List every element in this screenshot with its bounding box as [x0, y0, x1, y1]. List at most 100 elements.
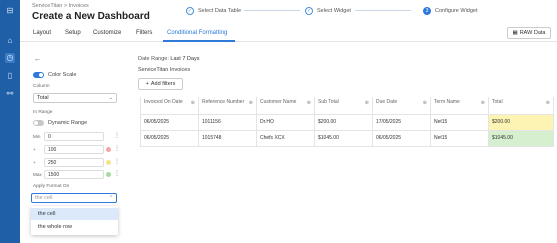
more-options-icon[interactable]: ⋮: [114, 158, 120, 165]
chevron-down-icon: ⌄: [108, 95, 113, 101]
plus-icon: +: [145, 81, 149, 87]
breadcrumb[interactable]: ServiceTitan > Invoices: [32, 3, 89, 9]
document-icon[interactable]: ▯: [5, 71, 15, 81]
column-header-label: Sub Total: [318, 99, 339, 105]
more-options-icon[interactable]: ⋮: [114, 132, 120, 139]
column-header[interactable]: Term Name ⊛: [430, 97, 489, 115]
data-table: Invoiced On Date ⊛ Reference Number ⊛ Cust…: [140, 97, 554, 147]
column-header[interactable]: Reference Number ⊛: [198, 97, 257, 115]
table-cell: 06/05/2025: [372, 129, 431, 147]
column-menu-icon[interactable]: ⊛: [365, 100, 369, 106]
step-label: Select Data Table: [198, 7, 242, 14]
range-value-input[interactable]: 100: [44, 145, 104, 154]
step-select-data-table[interactable]: ✓ Select Data Table: [186, 6, 241, 15]
color-scale-toggle[interactable]: [33, 72, 44, 78]
dashboard-icon[interactable]: ◷: [5, 53, 15, 63]
home-icon[interactable]: ⌂: [5, 36, 15, 46]
tab-filters[interactable]: Filters: [136, 30, 152, 36]
tab-layout[interactable]: Layout: [33, 30, 51, 36]
left-nav: ⊟ ⌂ ◷ ▯ ⚯: [0, 0, 20, 243]
active-tab-indicator: [163, 40, 235, 42]
range-label: +: [33, 160, 36, 165]
step-number: 3: [423, 6, 431, 15]
total-cell: $200.00: [488, 113, 554, 131]
color-scale-label: Color Scale: [48, 72, 77, 78]
step-label: Select Widget: [317, 7, 351, 14]
range-row: + 250 ⋮: [33, 158, 120, 168]
range-row-min: Min 0 ⋮: [33, 132, 120, 142]
column-select[interactable]: Total ⌄: [33, 93, 117, 103]
column-menu-icon[interactable]: ⊛: [249, 100, 253, 106]
add-filters-button[interactable]: + Add filters: [138, 78, 183, 90]
raw-data-button[interactable]: ▦ RAW Data: [507, 27, 551, 39]
dynamic-range-toggle[interactable]: [33, 120, 44, 126]
column-header-label: Invoiced On Date: [144, 99, 183, 105]
table-header-row: Invoiced On Date ⊛ Reference Number ⊛ Cust…: [140, 97, 554, 115]
column-header-label: Customer Name: [260, 99, 297, 105]
column-header[interactable]: Invoiced On Date ⊛: [140, 97, 199, 115]
date-range-label: Date Range:: [138, 56, 169, 62]
link-icon[interactable]: ⚯: [5, 89, 15, 99]
apply-format-dropdown: the cell the whole row: [31, 206, 118, 235]
back-arrow-icon[interactable]: ←: [34, 56, 41, 63]
range-label: Min: [33, 134, 41, 139]
color-swatch[interactable]: [106, 172, 111, 177]
range-label: Max: [33, 172, 42, 177]
apply-format-label: Apply Format On: [33, 184, 70, 189]
color-swatch[interactable]: [106, 147, 111, 152]
table-cell: Chefs XCX: [256, 129, 315, 147]
table-cell: Dr.HO: [256, 113, 315, 131]
step-label: Configure Widget: [435, 7, 478, 14]
chevron-down-icon: ⌃: [108, 195, 113, 201]
column-menu-icon[interactable]: ⊛: [307, 100, 311, 106]
check-icon: ✓: [305, 6, 313, 15]
step-configure-widget[interactable]: 3 Configure Widget: [423, 6, 478, 15]
table-cell: 1015748: [198, 129, 257, 147]
column-menu-icon[interactable]: ⊛: [546, 100, 550, 106]
dynamic-range-label: Dynamic Range: [48, 120, 88, 126]
date-range[interactable]: Date Range: Last 7 Days: [138, 56, 199, 62]
table-row[interactable]: 06/05/2025 1011156 Dr.HO $200.00 17/05/2…: [140, 113, 554, 131]
tab-bar: Layout Setup Customize Filters Condition…: [20, 26, 557, 42]
tab-setup[interactable]: Setup: [65, 30, 81, 36]
column-header-label: Total: [492, 99, 503, 105]
step-select-widget[interactable]: ✓ Select Widget: [305, 6, 351, 15]
table-title: ServiceTitan Invoices: [138, 67, 191, 73]
table-cell: 17/05/2025: [372, 113, 431, 131]
color-swatch[interactable]: [106, 160, 111, 165]
raw-data-label: RAW Data: [519, 30, 546, 36]
more-options-icon[interactable]: ⋮: [114, 170, 120, 177]
range-row-max: Max 1500 ⋮: [33, 170, 120, 180]
table-row[interactable]: 06/05/2025 1015748 Chefs XCX $1045.00 06…: [140, 129, 554, 147]
column-menu-icon[interactable]: ⊛: [191, 100, 195, 106]
column-menu-icon[interactable]: ⊛: [423, 100, 427, 106]
column-header-label: Term Name: [434, 99, 460, 105]
range-value-input[interactable]: 250: [44, 158, 104, 167]
column-header[interactable]: Customer Name ⊛: [256, 97, 315, 115]
apply-format-select[interactable]: the cell ⌃: [31, 193, 117, 203]
option-the-whole-row[interactable]: the whole row: [31, 221, 118, 233]
column-header[interactable]: Due Date ⊛: [372, 97, 431, 115]
page-title: Create a New Dashboard: [32, 11, 150, 22]
range-value-input[interactable]: 0: [44, 132, 104, 141]
column-header-label: Reference Number: [202, 99, 245, 105]
range-label: +: [33, 147, 36, 152]
table-cell: $200.00: [314, 113, 373, 131]
step-connector: [355, 10, 411, 11]
column-header[interactable]: Sub Total ⊛: [314, 97, 373, 115]
app-logo-icon[interactable]: ⊟: [5, 6, 15, 16]
more-options-icon[interactable]: ⋮: [114, 145, 120, 152]
in-range-label: In Range: [33, 110, 53, 115]
column-header[interactable]: Total ⊛: [488, 97, 554, 115]
check-icon: ✓: [186, 6, 194, 15]
range-row: + 100 ⋮: [33, 145, 120, 155]
tab-conditional-formatting[interactable]: Conditional Formatting: [167, 30, 227, 36]
column-menu-icon[interactable]: ⊛: [481, 100, 485, 106]
total-cell: $1045.00: [488, 129, 554, 147]
option-the-cell[interactable]: the cell: [31, 208, 118, 220]
column-label: Column: [33, 84, 50, 89]
column-value: Total: [37, 95, 49, 101]
range-value-input[interactable]: 1500: [44, 170, 104, 179]
tab-customize[interactable]: Customize: [93, 30, 121, 36]
table-icon: ▦: [512, 30, 518, 36]
